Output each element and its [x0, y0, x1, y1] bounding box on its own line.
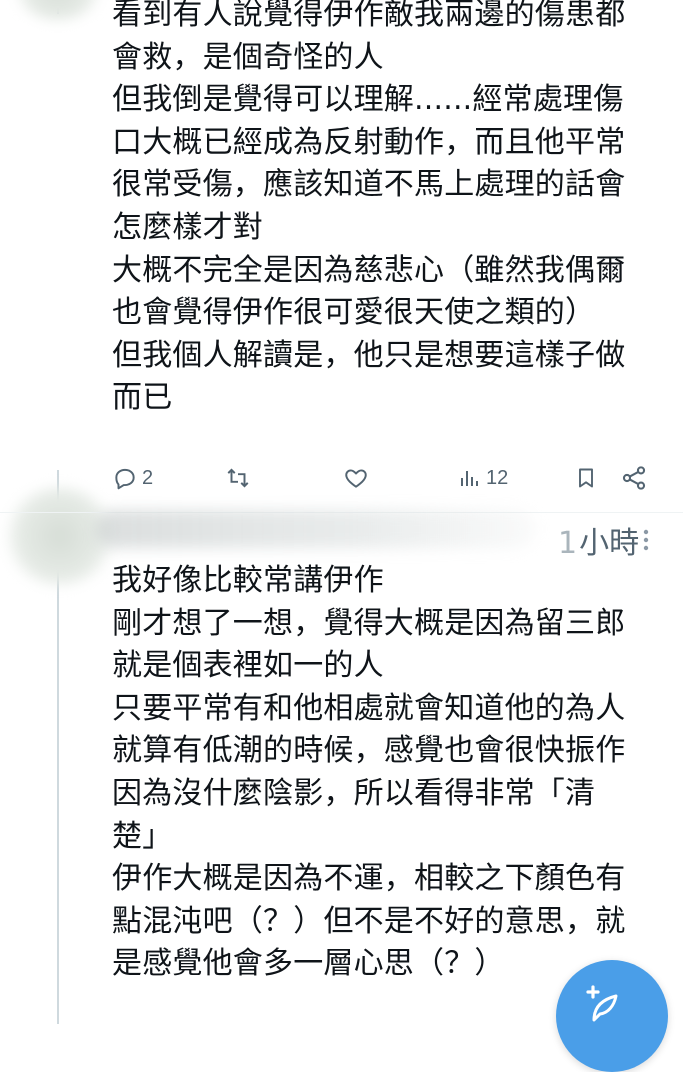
share-button[interactable] [620, 458, 648, 498]
tweet-line: 但我倒是覺得可以理解......經常處理傷 [112, 82, 624, 118]
time-number: 1 [558, 526, 578, 561]
reply-icon [115, 468, 135, 490]
compose-icon [586, 985, 618, 1022]
tweet-line: 看到有人說覺得伊作敵我兩邊的傷患都 [112, 0, 626, 32]
tweet-line: 點混沌吧（？）但不是不好的意思，就 [112, 903, 626, 939]
tweet-line: 只要平常有和他相處就會知道他的為人 [112, 690, 626, 726]
tweet-line: 也會覺得伊作很可愛很天使之類的） [112, 295, 596, 331]
tweet-1-action-bar: 2 12 [112, 458, 660, 498]
reply-button[interactable]: 2 [112, 458, 153, 498]
tweet-line: 會救，是個奇怪的人 [112, 39, 384, 75]
more-vertical-icon [643, 529, 649, 551]
tweet-line: 很常受傷，應該知道不馬上處理的話會 [112, 167, 626, 203]
tweet-line: 而已 [112, 380, 173, 416]
thread-line-bottom [57, 560, 59, 1024]
tweet-line: 大概不完全是因為慈悲心（雖然我偶爾 [112, 252, 626, 288]
tweet-line: 因為沒什麼陰影，所以看得非常「清 [112, 775, 596, 811]
share-icon [622, 466, 646, 490]
bookmark-icon [579, 468, 593, 488]
view-count: 12 [486, 466, 509, 489]
heart-icon [345, 469, 367, 488]
retweet-button[interactable] [224, 458, 256, 498]
tweet-1-text: 看到有人說覺得伊作敵我兩邊的傷患都 會救，是個奇怪的人 但我倒是覺得可以理解..… [112, 0, 672, 420]
more-options-button[interactable] [634, 524, 658, 556]
reply-count: 2 [142, 466, 154, 489]
compose-button[interactable] [556, 960, 668, 1072]
avatar-tweet-1[interactable] [10, 0, 106, 20]
tweet-line: 怎麼樣才對 [112, 209, 263, 245]
tweet-line: 但我個人解讀是，他只是想要這樣子做 [112, 337, 626, 373]
time-unit: 小時 [579, 526, 640, 561]
tweet-2-text: 我好像比較常講伊作 剛才想了一想，覺得大概是因為留三郎 就是個表裡如一的人 只要… [112, 560, 672, 986]
like-button[interactable] [342, 458, 374, 498]
views-button[interactable]: 12 [458, 458, 508, 498]
tweet-line: 楚」 [112, 818, 173, 854]
views-icon [461, 471, 478, 486]
tweet-line: 我好像比較常講伊作 [112, 563, 384, 598]
tweet-line: 就算有低潮的時候，感覺也會很快振作 [112, 733, 626, 769]
tweet-line: 就是個表裡如一的人 [112, 648, 384, 684]
tweet-line: 剛才想了一想，覺得大概是因為留三郎 [112, 605, 626, 641]
tweet-line: 伊作大概是因為不運，相較之下顏色有 [112, 861, 626, 897]
bookmark-button[interactable] [574, 458, 598, 498]
tweet-line: 口大概已經成為反射動作，而且他平常 [112, 124, 626, 160]
tweet-2-timestamp[interactable]: 1小時 [558, 518, 639, 562]
retweet-icon [227, 468, 249, 488]
username-blurred[interactable] [96, 510, 536, 548]
